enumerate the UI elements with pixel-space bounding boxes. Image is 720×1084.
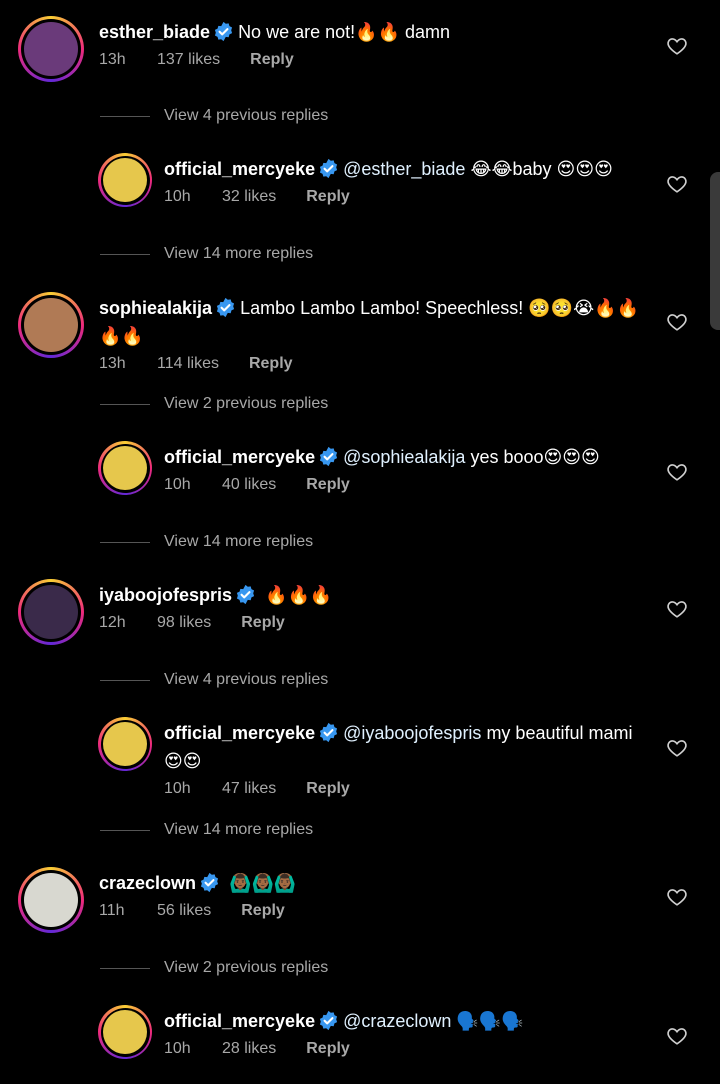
avatar[interactable]: [98, 441, 152, 495]
timestamp: 12h: [99, 614, 126, 631]
like-count[interactable]: 28 likes: [222, 1037, 276, 1061]
avatar[interactable]: [18, 579, 84, 645]
view-replies-row[interactable]: View 4 previous replies: [100, 668, 328, 692]
view-replies-label[interactable]: View 14 more replies: [164, 533, 313, 551]
comment-text: 🔥🔥🔥: [260, 585, 333, 605]
view-replies-row[interactable]: View 2 previous replies: [100, 392, 328, 416]
timestamp: 13h: [99, 51, 126, 68]
like-count[interactable]: 40 likes: [222, 473, 276, 497]
avatar[interactable]: [98, 153, 152, 207]
view-replies-label[interactable]: View 4 previous replies: [164, 671, 328, 689]
timestamp: 10h: [164, 780, 191, 797]
view-replies-label[interactable]: View 4 previous replies: [164, 107, 328, 125]
verified-badge-icon: [235, 584, 256, 605]
view-replies-row[interactable]: View 2 previous replies: [100, 956, 328, 980]
avatar[interactable]: [18, 16, 84, 82]
like-count[interactable]: 56 likes: [157, 899, 211, 923]
reply-button[interactable]: Reply: [241, 899, 285, 923]
username[interactable]: sophiealakija: [99, 298, 212, 318]
divider: [100, 541, 150, 543]
view-replies-row[interactable]: View 14 more replies: [100, 530, 313, 554]
reply-button[interactable]: Reply: [250, 48, 294, 72]
divider: [100, 829, 150, 831]
divider: [100, 115, 150, 117]
view-replies-row[interactable]: View 14 more replies: [100, 818, 313, 842]
mention-link[interactable]: @esther_biade: [343, 159, 465, 179]
heart-outline-icon[interactable]: [666, 461, 688, 483]
reply-button[interactable]: Reply: [306, 1037, 350, 1061]
timestamp: 11h: [99, 902, 125, 919]
verified-badge-icon: [318, 158, 339, 179]
divider: [100, 403, 150, 405]
comment-text: 🙆🏾‍♂️🙆🏾‍♂️🙆🏾‍♂️: [224, 873, 297, 893]
mention-link[interactable]: @iyaboojofespris: [343, 723, 481, 743]
username[interactable]: crazeclown: [99, 873, 196, 893]
username[interactable]: official_mercyeke: [164, 447, 315, 467]
view-replies-label[interactable]: View 14 more replies: [164, 245, 313, 263]
divider: [100, 253, 150, 255]
reply-button[interactable]: Reply: [306, 473, 350, 497]
divider: [100, 679, 150, 681]
username[interactable]: esther_biade: [99, 22, 210, 42]
timestamp: 10h: [164, 1040, 191, 1057]
view-replies-label[interactable]: View 2 previous replies: [164, 959, 328, 977]
username[interactable]: official_mercyeke: [164, 1011, 315, 1031]
mention-link[interactable]: @crazeclown: [343, 1011, 451, 1031]
like-count[interactable]: 114 likes: [157, 352, 219, 376]
view-replies-label[interactable]: View 2 previous replies: [164, 395, 328, 413]
avatar[interactable]: [18, 292, 84, 358]
verified-badge-icon: [199, 872, 220, 893]
verified-badge-icon: [318, 446, 339, 467]
reply-button[interactable]: Reply: [241, 611, 285, 635]
avatar[interactable]: [98, 717, 152, 771]
view-replies-row[interactable]: View 4 previous replies: [100, 104, 328, 128]
like-count[interactable]: 47 likes: [222, 777, 276, 801]
heart-outline-icon[interactable]: [666, 35, 688, 57]
heart-outline-icon[interactable]: [666, 737, 688, 759]
verified-badge-icon: [318, 722, 339, 743]
heart-outline-icon[interactable]: [666, 311, 688, 333]
scrollbar[interactable]: [710, 172, 720, 330]
avatar[interactable]: [18, 867, 84, 933]
mention-link[interactable]: @sophiealakija: [343, 447, 465, 467]
timestamp: 10h: [164, 476, 191, 493]
verified-badge-icon: [318, 1010, 339, 1031]
reply-button[interactable]: Reply: [306, 185, 350, 209]
timestamp: 10h: [164, 188, 191, 205]
reply-button[interactable]: Reply: [249, 352, 293, 376]
comment-text: 😂😂baby 😍😍😍: [465, 159, 613, 179]
view-replies-row[interactable]: View 14 more replies: [100, 242, 313, 266]
view-replies-label[interactable]: View 14 more replies: [164, 821, 313, 839]
like-count[interactable]: 32 likes: [222, 185, 276, 209]
reply-button[interactable]: Reply: [306, 777, 350, 801]
verified-badge-icon: [213, 21, 234, 42]
timestamp: 13h: [99, 355, 126, 372]
comment-text: 🗣️🗣️🗣️: [451, 1011, 524, 1031]
like-count[interactable]: 98 likes: [157, 611, 211, 635]
heart-outline-icon[interactable]: [666, 886, 688, 908]
comment-text: No we are not!🔥🔥 damn: [238, 22, 450, 42]
username[interactable]: iyaboojofespris: [99, 585, 232, 605]
heart-outline-icon[interactable]: [666, 173, 688, 195]
username[interactable]: official_mercyeke: [164, 723, 315, 743]
like-count[interactable]: 137 likes: [157, 48, 220, 72]
verified-badge-icon: [215, 297, 236, 318]
divider: [100, 967, 150, 969]
heart-outline-icon[interactable]: [666, 1025, 688, 1047]
heart-outline-icon[interactable]: [666, 598, 688, 620]
username[interactable]: official_mercyeke: [164, 159, 315, 179]
avatar[interactable]: [98, 1005, 152, 1059]
comment-text: yes booo😍😍😍: [465, 447, 600, 467]
